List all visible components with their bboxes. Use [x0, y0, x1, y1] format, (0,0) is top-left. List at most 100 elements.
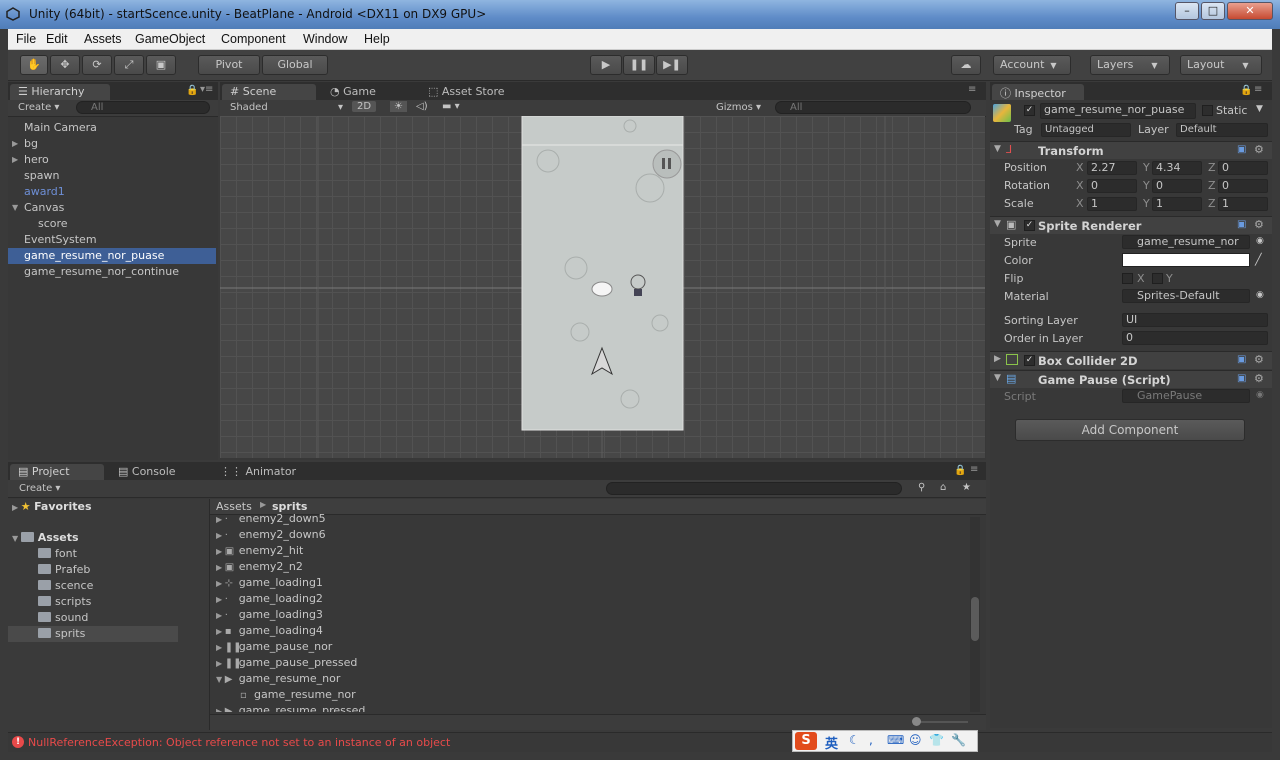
- sprite-field[interactable]: game_resume_nor: [1122, 235, 1250, 249]
- menu-file[interactable]: File: [16, 32, 36, 46]
- position-x-field[interactable]: 2.27: [1087, 161, 1137, 175]
- help-icon[interactable]: ▣: [1237, 144, 1246, 155]
- tab-hierarchy[interactable]: ☰ Hierarchy: [10, 84, 110, 100]
- scale-x-field[interactable]: 1: [1087, 197, 1137, 211]
- punctuation-icon[interactable]: ,: [869, 733, 873, 747]
- expand-arrow-icon[interactable]: ▶: [216, 611, 225, 620]
- assets-root-item[interactable]: ▼ Assets: [12, 530, 79, 546]
- help-icon[interactable]: ▣: [1237, 354, 1246, 365]
- expand-arrow-icon[interactable]: ▶: [216, 643, 225, 652]
- lock-icon[interactable]: 🔒: [186, 85, 198, 96]
- lock-icon[interactable]: 🔒: [1240, 85, 1252, 96]
- static-dropdown-arrow[interactable]: ▼: [1256, 104, 1263, 114]
- color-swatch[interactable]: [1122, 253, 1250, 267]
- gear-icon[interactable]: ⚙: [1254, 372, 1264, 385]
- layout-dropdown[interactable]: Layout ▼: [1180, 55, 1262, 75]
- maximize-button[interactable]: □: [1201, 2, 1225, 20]
- tab-console[interactable]: ▤ Console: [110, 464, 206, 480]
- favorite-star-icon[interactable]: ★: [962, 482, 971, 493]
- project-scrollbar[interactable]: [970, 517, 980, 712]
- expand-arrow-icon[interactable]: ▶: [216, 707, 225, 712]
- zoom-slider-handle[interactable]: [912, 717, 921, 726]
- rotation-y-field[interactable]: 0: [1152, 179, 1202, 193]
- scale-z-field[interactable]: 1: [1218, 197, 1268, 211]
- tab-asset-store[interactable]: ⬚ Asset Store: [420, 84, 530, 100]
- menu-window[interactable]: Window: [303, 32, 347, 46]
- layer-dropdown[interactable]: Default: [1176, 123, 1268, 137]
- order-in-layer-field[interactable]: 0: [1122, 331, 1268, 345]
- folder-item[interactable]: scence: [38, 578, 93, 594]
- object-picker-icon[interactable]: ◉: [1256, 236, 1264, 246]
- eyedropper-icon[interactable]: ╱: [1255, 253, 1262, 266]
- flip-x-checkbox[interactable]: [1122, 273, 1133, 284]
- user-icon[interactable]: ☺: [909, 733, 922, 747]
- effects-dropdown[interactable]: ▬ ▾: [442, 101, 460, 112]
- 2d-toggle[interactable]: 2D: [352, 101, 377, 112]
- sorting-layer-dropdown[interactable]: UI: [1122, 313, 1268, 327]
- object-name-field[interactable]: game_resume_nor_puase: [1040, 103, 1196, 119]
- hierarchy-item[interactable]: spawn: [8, 168, 216, 184]
- hierarchy-item[interactable]: ▶ bg: [8, 136, 216, 152]
- move-tool-button[interactable]: ✥: [50, 55, 80, 75]
- sprite-renderer-header[interactable]: ▼ ▣ ✓ Sprite Renderer ▣ ⚙: [990, 216, 1272, 234]
- folder-item[interactable]: scripts: [38, 594, 91, 610]
- minimize-button[interactable]: –: [1175, 2, 1199, 20]
- asset-item[interactable]: ▶ ▪ game_loading4: [216, 623, 323, 639]
- expand-arrow-icon[interactable]: ▶: [12, 152, 18, 168]
- lock-icon[interactable]: 🔒: [954, 465, 966, 476]
- keyboard-icon[interactable]: ⌨: [887, 733, 904, 747]
- menu-help[interactable]: Help: [364, 32, 390, 46]
- asset-item[interactable]: ▶ ▶ game_resume_pressed: [216, 703, 365, 712]
- hierarchy-create-button[interactable]: Create ▾: [18, 102, 59, 113]
- scene-search-input[interactable]: All: [775, 101, 971, 114]
- panel-menu-icon[interactable]: ≡: [1254, 84, 1262, 95]
- pause-button[interactable]: ❚❚: [623, 55, 655, 75]
- expand-arrow-icon[interactable]: ▶: [216, 515, 225, 524]
- expand-arrow-icon[interactable]: ▶: [216, 547, 225, 556]
- asset-item[interactable]: ▼ ▶ game_resume_nor: [216, 671, 340, 687]
- menu-component[interactable]: Component: [221, 32, 286, 46]
- hierarchy-item[interactable]: EventSystem: [8, 232, 216, 248]
- tab-game[interactable]: ◔ Game: [322, 84, 414, 100]
- object-picker-icon[interactable]: ◉: [1256, 290, 1264, 300]
- skin-icon[interactable]: 👕: [929, 733, 944, 747]
- sogou-logo-icon[interactable]: S: [795, 732, 817, 750]
- play-button[interactable]: ▶: [590, 55, 622, 75]
- hierarchy-search-input[interactable]: All: [76, 101, 210, 114]
- award-box-sprite[interactable]: [634, 289, 642, 296]
- pause-sprite[interactable]: [652, 149, 682, 179]
- gear-icon[interactable]: ⚙: [1254, 353, 1264, 366]
- hierarchy-item[interactable]: award1: [8, 184, 216, 200]
- material-field[interactable]: Sprites-Default: [1122, 289, 1250, 303]
- shaded-dropdown[interactable]: Shaded: [230, 102, 268, 113]
- scrollbar-thumb[interactable]: [971, 597, 979, 641]
- hierarchy-item[interactable]: ▶ hero: [8, 152, 216, 168]
- collapse-arrow-icon[interactable]: ▼: [994, 373, 1001, 383]
- zoom-slider[interactable]: [914, 721, 968, 723]
- position-z-field[interactable]: 0: [1218, 161, 1268, 175]
- account-dropdown[interactable]: Account ▼: [993, 55, 1071, 75]
- collapse-arrow-icon[interactable]: ▼: [994, 144, 1001, 154]
- scale-y-field[interactable]: 1: [1152, 197, 1202, 211]
- active-checkbox[interactable]: ✓: [1024, 105, 1035, 116]
- transform-header[interactable]: ▼ ⅃ Transform ▣ ⚙: [990, 141, 1272, 159]
- asset-item[interactable]: ▶ ▣ enemy2_n2: [216, 559, 303, 575]
- hierarchy-item[interactable]: game_resume_nor_continue: [8, 264, 216, 280]
- expand-arrow-icon[interactable]: ▼: [216, 675, 225, 684]
- asset-item[interactable]: ▶ · enemy2_down6: [216, 527, 326, 543]
- cloud-button[interactable]: ☁: [951, 55, 981, 75]
- panel-menu-icon[interactable]: ▾≡: [200, 84, 213, 95]
- global-toggle[interactable]: Global: [262, 55, 328, 75]
- tab-inspector[interactable]: ⓘ Inspector: [992, 84, 1084, 100]
- gizmos-dropdown[interactable]: Gizmos ▾: [716, 102, 761, 113]
- expand-arrow-icon[interactable]: ▼: [12, 534, 21, 543]
- asset-item[interactable]: ▫ game_resume_nor: [240, 687, 356, 703]
- expand-arrow-icon[interactable]: ▶: [216, 531, 225, 540]
- expand-arrow-icon[interactable]: ▼: [12, 200, 18, 216]
- asset-item[interactable]: ▶ ▣ enemy2_hit: [216, 543, 303, 559]
- expand-arrow-icon[interactable]: ▶: [12, 136, 18, 152]
- pivot-toggle[interactable]: Pivot: [198, 55, 260, 75]
- folder-item[interactable]: sound: [38, 610, 88, 626]
- hand-tool-button[interactable]: ✋: [20, 55, 48, 75]
- scene-viewport[interactable]: [220, 116, 985, 458]
